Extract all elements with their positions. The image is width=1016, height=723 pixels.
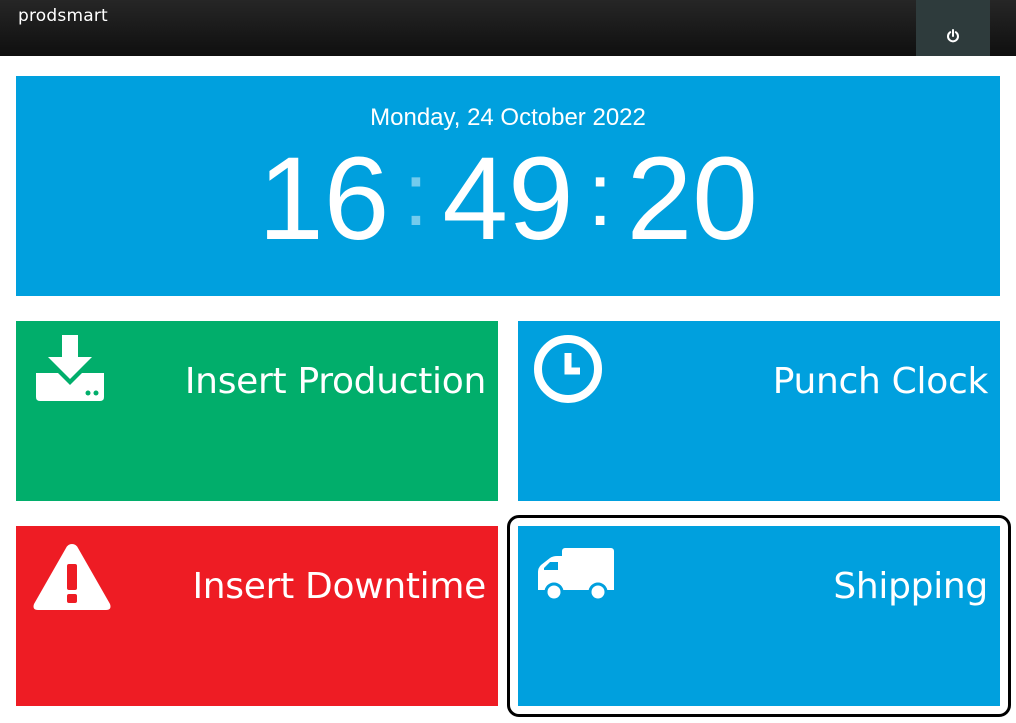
clock-icon	[532, 333, 604, 410]
clock-hours: 16	[258, 133, 390, 265]
tile-label: Punch Clock	[772, 361, 989, 402]
insert-downtime-tile[interactable]: Insert Downtime	[16, 526, 498, 706]
clock-seconds: 20	[626, 133, 758, 265]
brand-logo[interactable]: prodsmart	[18, 6, 108, 26]
top-navbar: prodsmart	[0, 0, 1016, 56]
clock-separator: :	[403, 145, 429, 245]
tile-label: Insert Downtime	[192, 566, 486, 607]
shipping-tile[interactable]: Shipping	[518, 526, 1000, 706]
truck-icon	[532, 538, 618, 613]
clock-separator: :	[587, 145, 613, 245]
tile-label: Insert Production	[184, 361, 486, 402]
current-time: 16 : 49 : 20	[16, 134, 1000, 264]
clock-minutes: 49	[442, 133, 574, 265]
punch-clock-tile[interactable]: Punch Clock	[518, 321, 1000, 501]
logout-button[interactable]	[916, 0, 990, 56]
power-icon	[947, 29, 959, 43]
warning-icon	[30, 538, 114, 619]
insert-production-tile[interactable]: Insert Production	[16, 321, 498, 501]
current-date: Monday, 24 October 2022	[370, 104, 646, 131]
download-drive-icon	[30, 333, 110, 410]
tile-label: Shipping	[833, 566, 988, 607]
clock-panel: Monday, 24 October 2022 16 : 49 : 20	[16, 76, 1000, 296]
